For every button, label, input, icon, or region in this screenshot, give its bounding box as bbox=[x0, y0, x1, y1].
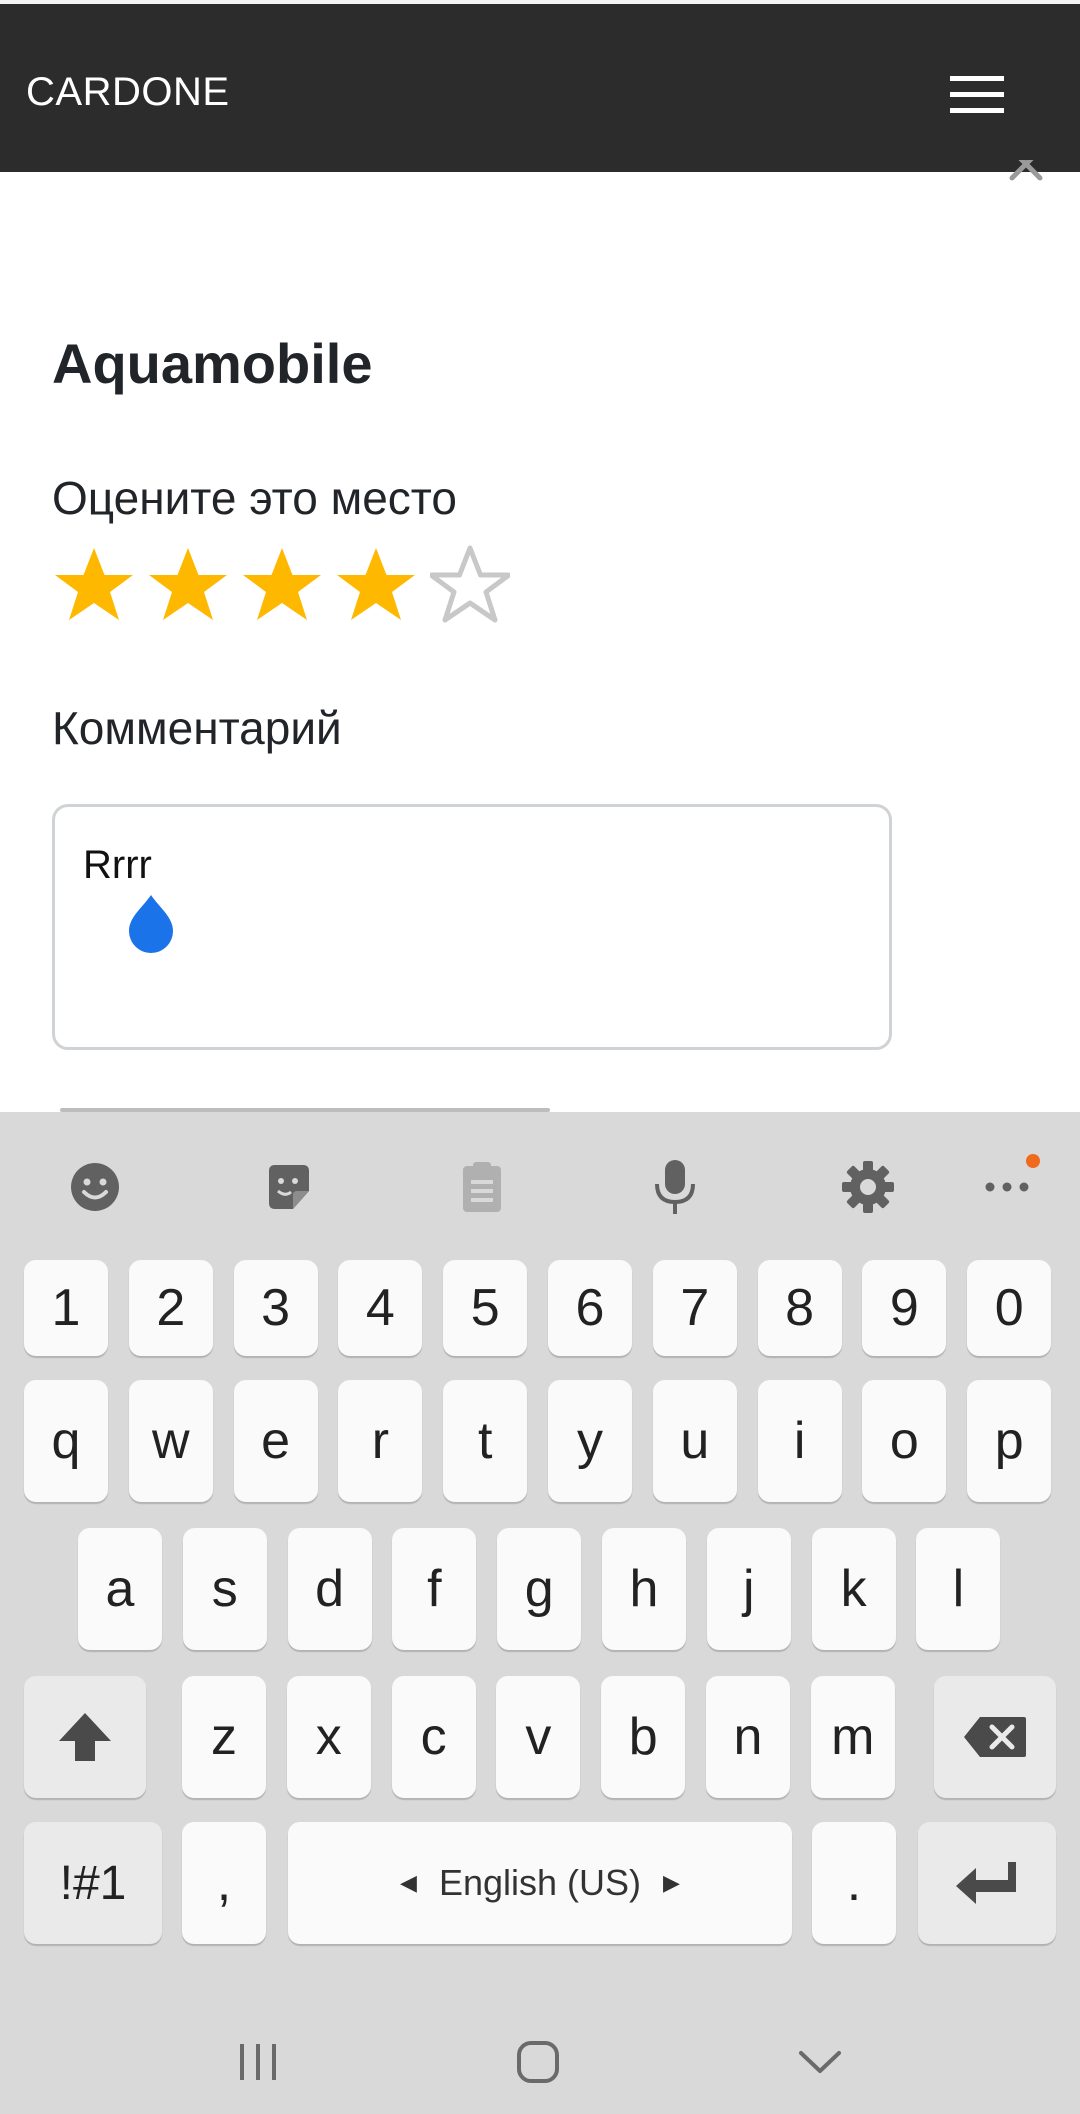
key-n[interactable]: n bbox=[706, 1676, 790, 1798]
star-filled-icon[interactable] bbox=[54, 542, 134, 632]
key-g[interactable]: g bbox=[497, 1528, 582, 1650]
key-7[interactable]: 7 bbox=[652, 1260, 737, 1356]
close-icon[interactable] bbox=[1006, 160, 1046, 184]
star-rating[interactable] bbox=[54, 542, 524, 632]
menu-bar bbox=[950, 76, 1004, 81]
brand-logo[interactable]: CARDONE bbox=[26, 68, 230, 116]
comment-textarea[interactable]: Rrrr bbox=[52, 804, 892, 1050]
star-filled-icon[interactable] bbox=[148, 542, 228, 632]
key-4[interactable]: 4 bbox=[338, 1260, 423, 1356]
right-arrow-icon: ▶ bbox=[663, 1870, 680, 1895]
key-c[interactable]: c bbox=[391, 1676, 476, 1798]
key-l[interactable]: l bbox=[916, 1528, 1001, 1650]
key-2[interactable]: 2 bbox=[128, 1260, 213, 1356]
key-i[interactable]: i bbox=[757, 1380, 842, 1502]
settings-gear-icon[interactable] bbox=[833, 1152, 903, 1222]
language-label: English (US) bbox=[438, 1862, 642, 1903]
rating-label: Оцените это место bbox=[52, 472, 457, 524]
comment-label: Комментарий bbox=[52, 702, 342, 754]
text-cursor-handle-icon[interactable] bbox=[123, 891, 179, 955]
key-u[interactable]: u bbox=[652, 1380, 737, 1502]
top-navbar: CARDONE bbox=[0, 4, 1080, 172]
key-t[interactable]: t bbox=[443, 1380, 528, 1502]
hamburger-menu-icon[interactable] bbox=[950, 72, 1004, 116]
key-e[interactable]: e bbox=[233, 1380, 318, 1502]
key-y[interactable]: y bbox=[548, 1380, 632, 1502]
key-a[interactable]: a bbox=[78, 1528, 162, 1650]
key-1[interactable]: 1 bbox=[24, 1260, 108, 1356]
key-d[interactable]: d bbox=[287, 1528, 372, 1650]
clipboard-icon[interactable] bbox=[447, 1152, 517, 1222]
microphone-icon[interactable] bbox=[640, 1152, 710, 1222]
key-3[interactable]: 3 bbox=[233, 1260, 318, 1356]
on-screen-keyboard: !#1 , ◀ English (US) ▶ . 1234567890 qwert… bbox=[0, 1112, 1080, 2114]
star-filled-icon[interactable] bbox=[242, 542, 322, 632]
period-key[interactable]: . bbox=[812, 1822, 896, 1944]
backspace-key[interactable] bbox=[934, 1676, 1056, 1798]
key-p[interactable]: p bbox=[967, 1380, 1052, 1502]
key-0[interactable]: 0 bbox=[967, 1260, 1052, 1356]
comma-key[interactable]: , bbox=[182, 1822, 266, 1944]
recent-apps-icon[interactable] bbox=[218, 2032, 298, 2092]
key-9[interactable]: 9 bbox=[862, 1260, 947, 1356]
key-z[interactable]: z bbox=[182, 1676, 266, 1798]
key-k[interactable]: k bbox=[811, 1528, 896, 1650]
key-b[interactable]: b bbox=[601, 1676, 686, 1798]
key-r[interactable]: r bbox=[338, 1380, 423, 1502]
menu-bar bbox=[950, 92, 1004, 97]
place-title: Aquamobile bbox=[52, 332, 373, 395]
review-modal: Aquamobile Оцените это место Комментарий… bbox=[0, 172, 1080, 1112]
back-icon[interactable] bbox=[780, 2032, 860, 2092]
symbols-key[interactable]: !#1 bbox=[24, 1822, 162, 1944]
key-q[interactable]: q bbox=[24, 1380, 108, 1502]
star-empty-icon[interactable] bbox=[430, 542, 510, 632]
comment-text: Rrrr bbox=[83, 843, 152, 887]
key-s[interactable]: s bbox=[182, 1528, 267, 1650]
key-j[interactable]: j bbox=[706, 1528, 791, 1650]
space-bar[interactable]: ◀ English (US) ▶ bbox=[288, 1822, 792, 1944]
star-filled-icon[interactable] bbox=[336, 542, 416, 632]
shift-key[interactable] bbox=[24, 1676, 146, 1798]
key-h[interactable]: h bbox=[602, 1528, 686, 1650]
key-x[interactable]: x bbox=[286, 1676, 371, 1798]
key-5[interactable]: 5 bbox=[443, 1260, 528, 1356]
key-v[interactable]: v bbox=[496, 1676, 581, 1798]
key-6[interactable]: 6 bbox=[548, 1260, 632, 1356]
key-8[interactable]: 8 bbox=[757, 1260, 842, 1356]
left-arrow-icon: ◀ bbox=[400, 1870, 417, 1895]
key-f[interactable]: f bbox=[392, 1528, 477, 1650]
key-w[interactable]: w bbox=[128, 1380, 213, 1502]
home-icon[interactable] bbox=[498, 2032, 578, 2092]
key-m[interactable]: m bbox=[810, 1676, 895, 1798]
notification-dot bbox=[1026, 1154, 1040, 1168]
enter-key[interactable] bbox=[918, 1822, 1056, 1944]
sticker-icon[interactable] bbox=[254, 1152, 324, 1222]
key-o[interactable]: o bbox=[862, 1380, 947, 1502]
emoji-icon[interactable] bbox=[60, 1152, 130, 1222]
menu-bar bbox=[950, 108, 1004, 113]
